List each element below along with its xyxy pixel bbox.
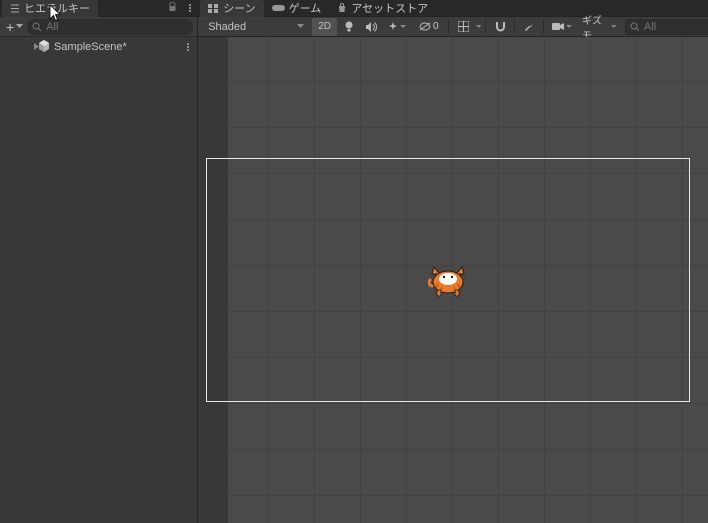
audio-icon	[365, 22, 377, 32]
lightbulb-icon	[344, 21, 354, 33]
foldout-icon[interactable]	[34, 41, 41, 53]
tab-scene-label: シーン	[223, 0, 255, 16]
effects-icon	[388, 22, 398, 32]
hierarchy-tabstrip: ヒエラルキー	[0, 0, 197, 17]
magnet-icon	[495, 21, 506, 32]
chevron-down-icon[interactable]	[476, 25, 482, 29]
tab-hierarchy-label: ヒエラルキー	[24, 0, 90, 16]
search-icon	[630, 22, 640, 32]
eye-off-icon	[419, 22, 431, 31]
hierarchy-scene-row[interactable]: SampleScene*	[0, 39, 197, 55]
hidden-objects-dropdown[interactable]: 0	[413, 18, 444, 36]
scene-view-icon	[208, 4, 219, 13]
scene-search-input[interactable]	[644, 21, 708, 33]
search-icon	[32, 22, 42, 32]
scene-tabstrip: シーン ゲーム アセットストア	[198, 0, 708, 17]
create-button[interactable]: +	[4, 22, 25, 32]
tab-asset-store-label: アセットストア	[351, 0, 428, 16]
chevron-down-icon	[611, 25, 617, 29]
2d-toggle-label: 2D	[318, 21, 331, 32]
hierarchy-toolbar: +	[0, 17, 197, 37]
camera-icon	[552, 22, 564, 31]
tab-scene[interactable]: シーン	[200, 0, 263, 17]
camera-dropdown[interactable]	[548, 18, 576, 36]
tab-asset-store[interactable]: アセットストア	[329, 0, 436, 17]
gamepad-icon	[272, 4, 285, 12]
shading-mode-dropdown[interactable]: Shaded	[202, 18, 310, 36]
tools-icon	[524, 21, 535, 32]
hidden-count-label: 0	[433, 21, 439, 32]
scene-name-label: SampleScene*	[54, 41, 127, 53]
chevron-down-icon	[297, 24, 304, 29]
scene-panel: シーン ゲーム アセットストア Shaded 2D	[198, 0, 708, 523]
hierarchy-search-input[interactable]	[46, 21, 188, 33]
snap-toggle[interactable]	[490, 18, 510, 36]
tab-game-label: ゲーム	[289, 0, 322, 16]
sprite-cat[interactable]	[428, 262, 468, 298]
chevron-down-icon	[566, 25, 572, 29]
chevron-down-icon	[16, 24, 23, 29]
hierarchy-search[interactable]	[27, 19, 193, 35]
grid-toggle[interactable]	[453, 18, 473, 36]
2d-toggle[interactable]: 2D	[312, 18, 337, 36]
scene-viewport[interactable]	[198, 37, 708, 523]
lighting-toggle[interactable]	[339, 18, 359, 36]
grid-icon	[458, 21, 469, 32]
audio-toggle[interactable]	[361, 18, 381, 36]
scene-toolbar: Shaded 2D 0	[198, 17, 708, 37]
shading-mode-label: Shaded	[208, 21, 246, 33]
bag-icon	[337, 3, 347, 13]
effects-dropdown[interactable]	[383, 18, 411, 36]
hierarchy-panel: ヒエラルキー + SampleScene*	[0, 0, 198, 523]
hierarchy-icon	[10, 4, 20, 13]
scene-row-context-menu[interactable]	[183, 43, 193, 51]
chevron-down-icon	[400, 25, 406, 29]
tab-game[interactable]: ゲーム	[264, 0, 330, 17]
plus-icon: +	[6, 22, 14, 32]
tools-toggle[interactable]	[519, 18, 539, 36]
hierarchy-tree: SampleScene*	[0, 37, 197, 523]
gizmos-dropdown[interactable]: ギズモ	[578, 18, 621, 36]
lock-icon[interactable]	[168, 2, 177, 15]
scene-search[interactable]	[625, 19, 708, 35]
tab-hierarchy[interactable]: ヒエラルキー	[2, 0, 98, 17]
hierarchy-context-menu[interactable]	[185, 4, 195, 12]
